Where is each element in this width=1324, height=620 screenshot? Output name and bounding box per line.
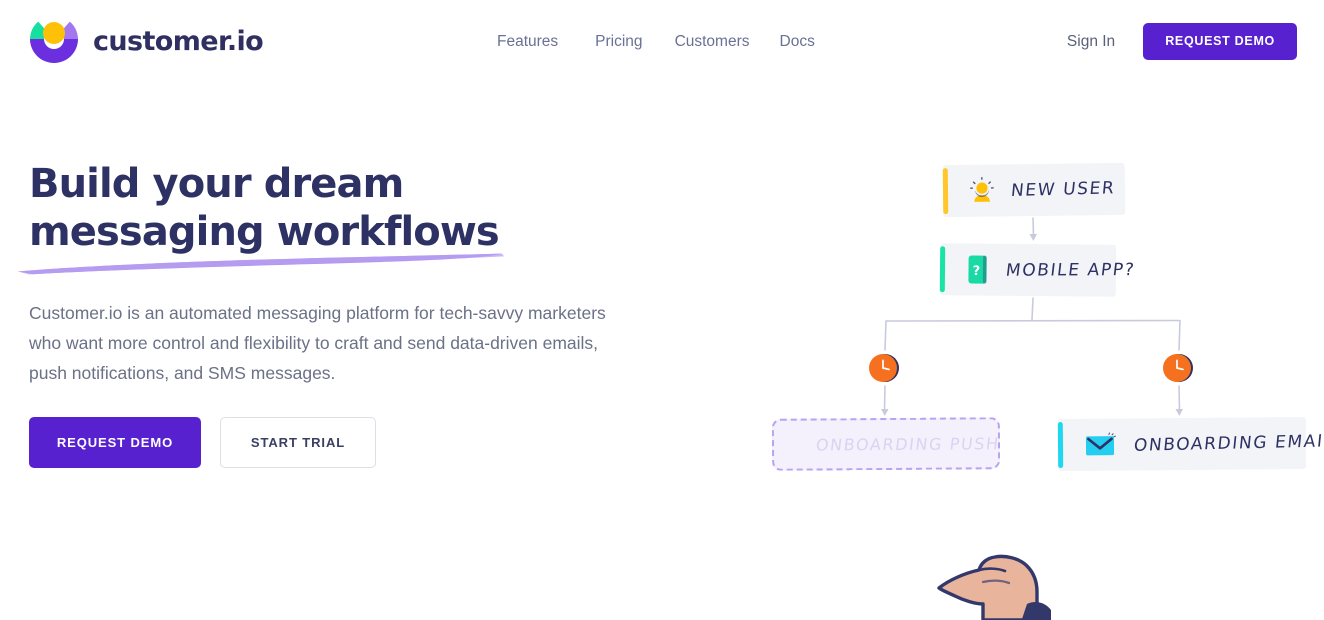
- hero-description: Customer.io is an automated messaging pl…: [29, 298, 629, 388]
- node-accent-bar: [943, 168, 949, 214]
- page-title: Build your dream messaging workflows: [29, 160, 529, 256]
- headline-line-1: Build your dream: [29, 161, 403, 207]
- svg-text:?: ?: [973, 264, 981, 279]
- nav-item-customers[interactable]: Customers: [675, 30, 780, 54]
- workflow-node-label: MOBILE APP?: [1005, 260, 1137, 281]
- workflow-delay-left[interactable]: [868, 352, 900, 384]
- nav-item-features[interactable]: Features: [497, 30, 595, 54]
- headline-line-2: messaging workflows: [29, 209, 499, 255]
- hero-section: Build your dream messaging workflows Cus…: [29, 160, 669, 468]
- header-actions: Sign In REQUEST DEMO: [1067, 23, 1297, 60]
- node-accent-bar: [1058, 422, 1063, 468]
- workflow-node-new-user[interactable]: NEW USER: [943, 163, 1126, 217]
- customer-io-logo-mark-icon: [28, 18, 80, 64]
- header-request-demo-button[interactable]: REQUEST DEMO: [1143, 23, 1297, 60]
- brand-logo[interactable]: customer.io: [28, 18, 263, 64]
- nav-item-pricing[interactable]: Pricing: [595, 30, 674, 54]
- workflow-node-label: ONBOARDING PUSH: [815, 434, 1001, 454]
- hero-request-demo-button[interactable]: REQUEST DEMO: [29, 417, 201, 468]
- hero-cta-row: REQUEST DEMO START TRIAL: [29, 417, 669, 468]
- person-sparkle-icon: [969, 175, 995, 205]
- primary-nav: Features Pricing Customers Docs: [497, 30, 815, 54]
- hero-start-trial-button[interactable]: START TRIAL: [220, 417, 376, 468]
- workflow-diagram: NEW USER ? MOBILE APP?: [740, 140, 1320, 600]
- workflow-node-onboarding-push-placeholder[interactable]: ONBOARDING PUSH: [772, 417, 1000, 471]
- mobile-phone-question-icon: ?: [966, 253, 990, 285]
- workflow-node-label: ONBOARDING EMAIL: [1133, 431, 1324, 456]
- clock-icon: [868, 352, 900, 384]
- envelope-icon: [1084, 430, 1118, 460]
- brand-wordmark: customer.io: [93, 28, 263, 55]
- pointing-hand-icon: [935, 540, 1055, 620]
- site-header: customer.io Features Pricing Customers D…: [0, 0, 1324, 84]
- workflow-node-label: NEW USER: [1010, 178, 1116, 201]
- clock-icon: [1162, 352, 1194, 384]
- sign-in-link[interactable]: Sign In: [1067, 30, 1115, 54]
- nav-item-docs[interactable]: Docs: [780, 30, 815, 54]
- workflow-node-mobile-app[interactable]: ? MOBILE APP?: [940, 243, 1116, 297]
- workflow-node-onboarding-email[interactable]: ONBOARDING EMAIL: [1058, 417, 1306, 471]
- workflow-delay-right[interactable]: [1162, 352, 1194, 384]
- node-accent-bar: [940, 246, 945, 292]
